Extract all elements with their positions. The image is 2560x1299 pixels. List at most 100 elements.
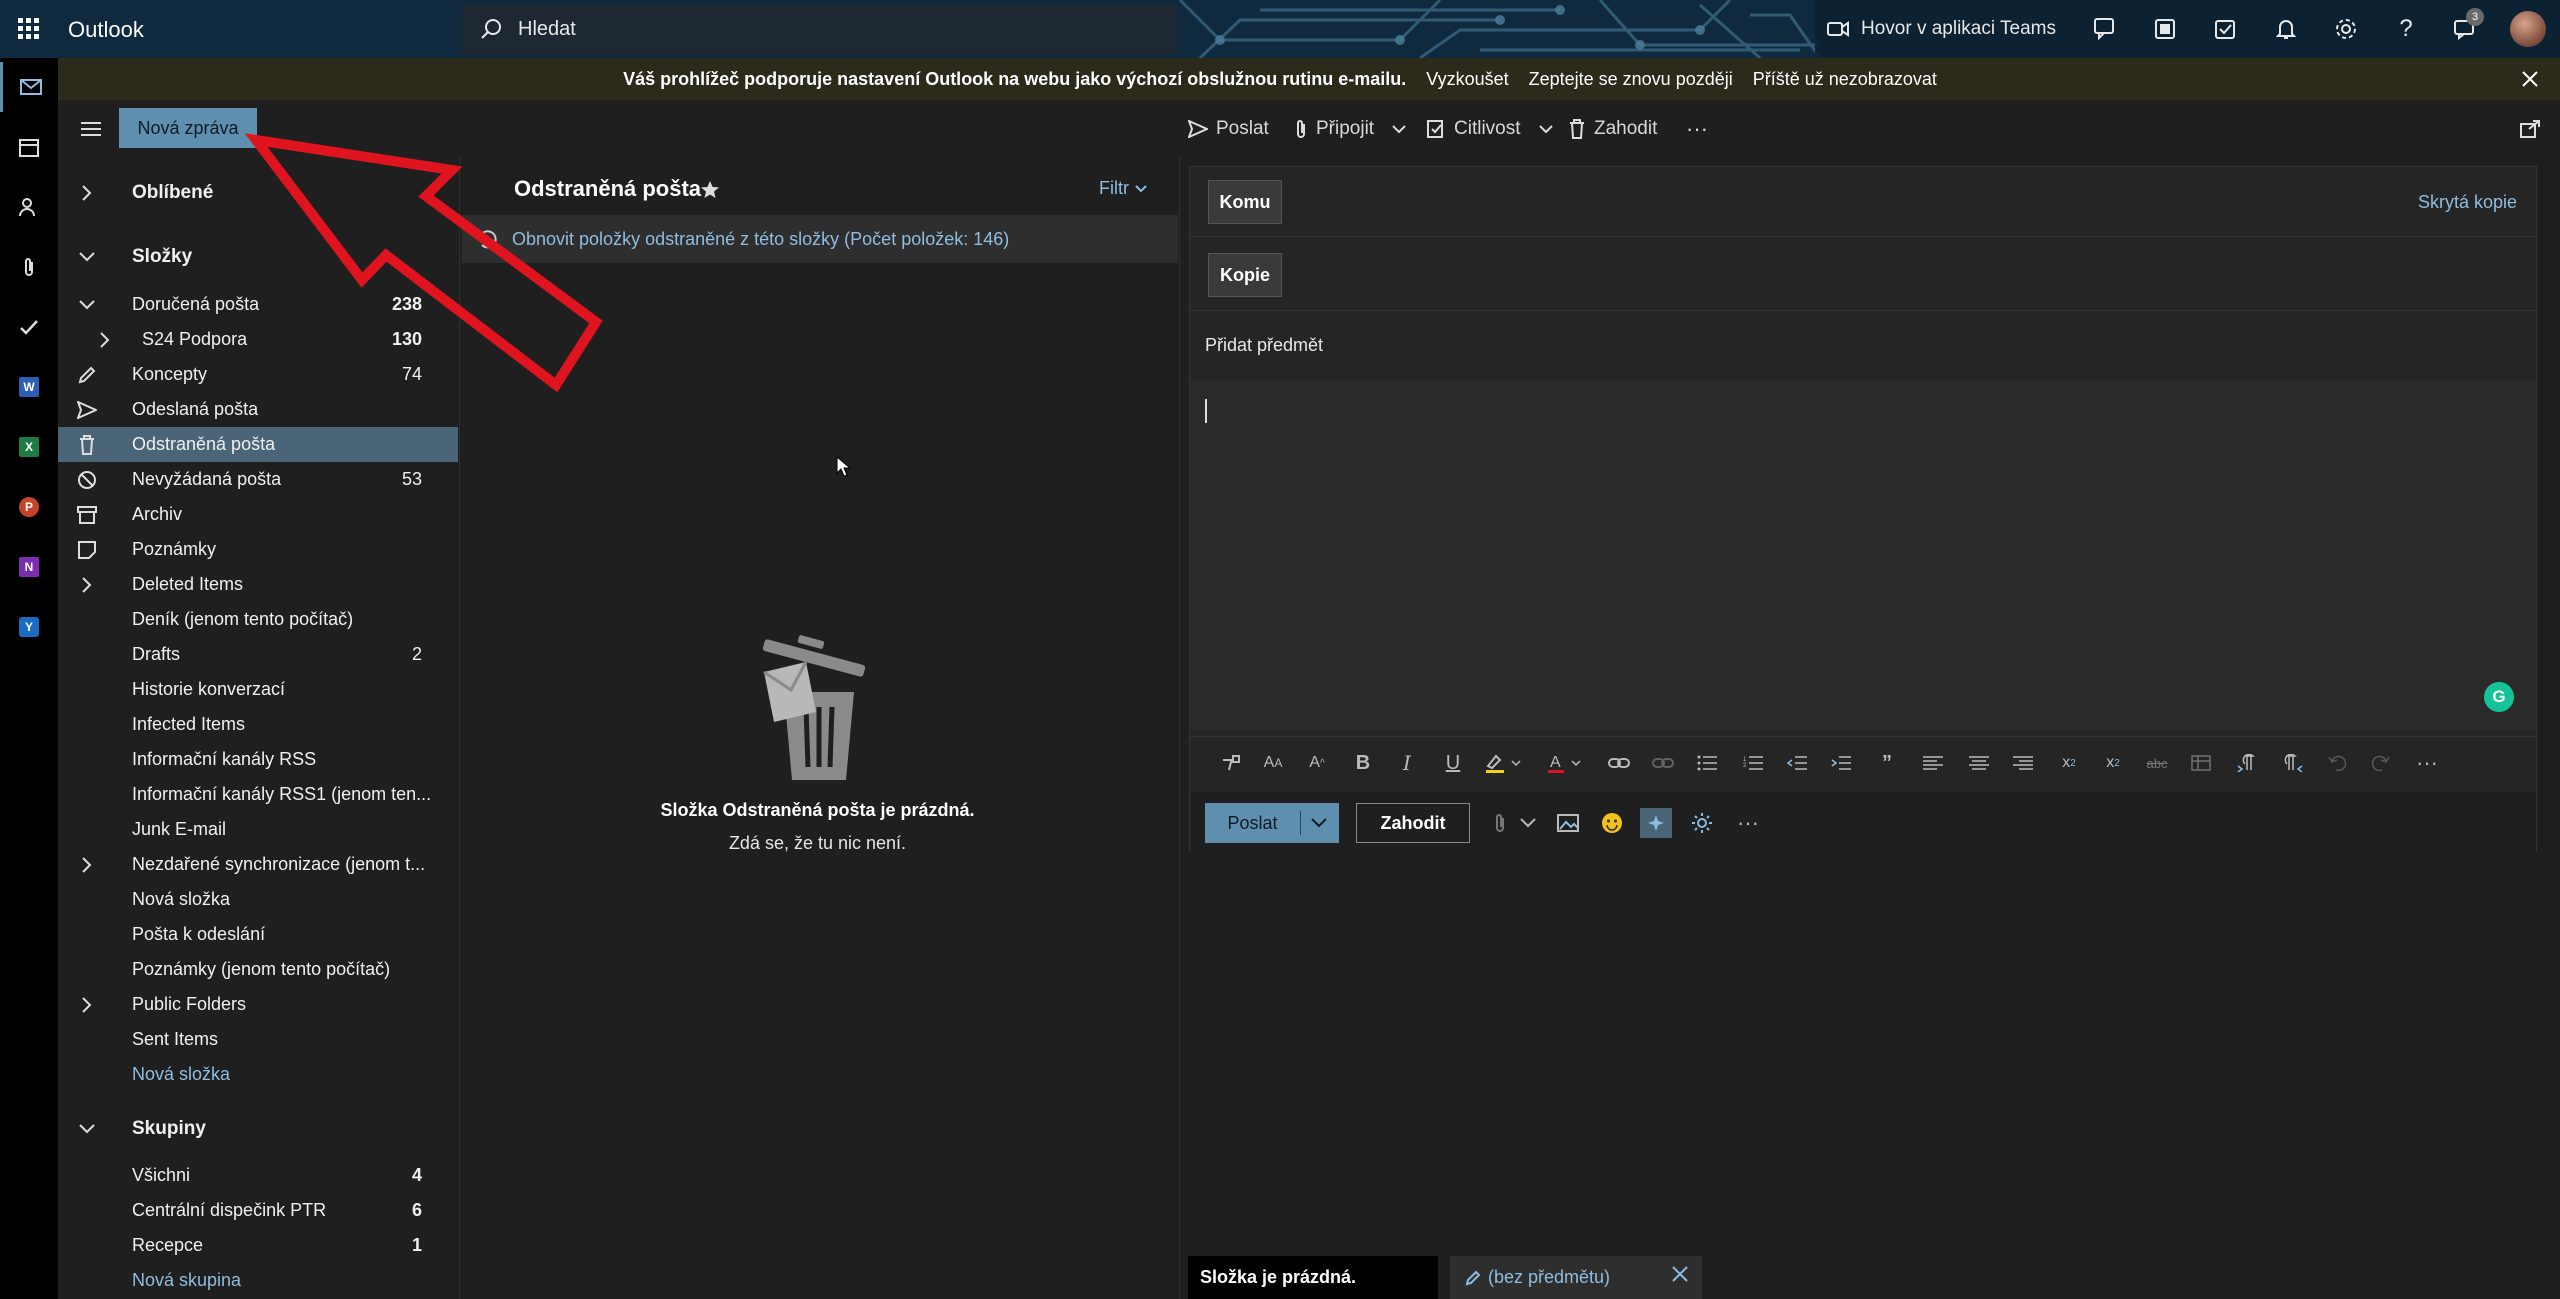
office-icon[interactable] — [2136, 0, 2196, 58]
folder-inbox[interactable]: Doručená pošta 238 — [58, 287, 458, 322]
unlink-icon[interactable] — [1648, 748, 1678, 778]
send-button[interactable]: Poslat — [1205, 803, 1339, 843]
toolbar-sensitivity-button[interactable]: Citlivost — [1426, 112, 1553, 146]
grammarly-assist-icon[interactable] — [1640, 808, 1672, 838]
to-button[interactable]: Komu — [1208, 180, 1282, 224]
folders-section[interactable]: Složky — [58, 239, 458, 274]
hamburger-menu-icon[interactable] — [74, 112, 108, 146]
onenote-icon[interactable]: N — [0, 542, 58, 592]
folder-drafts[interactable]: Koncepty 74 — [58, 357, 458, 392]
chevron-down-icon[interactable] — [1311, 818, 1327, 828]
grow-font-icon[interactable]: A ^ — [1302, 748, 1332, 778]
toolbar-attach-button[interactable]: Připojit — [1294, 112, 1406, 146]
cc-button[interactable]: Kopie — [1208, 253, 1282, 297]
filter-button[interactable]: Filtr — [1099, 178, 1147, 199]
font-size-icon[interactable]: AA — [1258, 748, 1288, 778]
font-color-icon[interactable]: A — [1544, 748, 1588, 778]
yammer-icon[interactable]: Y — [0, 602, 58, 652]
folder-deleted[interactable]: Odstraněná pošta — [58, 427, 458, 462]
notice-try-link[interactable]: Vyzkoušet — [1426, 69, 1508, 90]
folder-archive[interactable]: Archiv — [58, 497, 458, 532]
toolbar-discard-button[interactable]: Zahodit — [1568, 112, 1657, 146]
notice-dont-show-link[interactable]: Příště už nezobrazovat — [1753, 69, 1937, 90]
grammarly-icon[interactable]: G — [2484, 682, 2514, 712]
draft-tab[interactable]: (bez předmětu) — [1450, 1256, 1702, 1299]
sun-icon[interactable] — [1686, 808, 1718, 838]
bold-icon[interactable]: B — [1348, 748, 1378, 778]
quote-icon[interactable]: ” — [1872, 748, 1902, 778]
mail-icon[interactable] — [0, 62, 58, 112]
folder-infected-items[interactable]: Infected Items — [58, 707, 458, 742]
message-body-editor[interactable] — [1190, 380, 2536, 730]
more-options-icon[interactable]: ··· — [1686, 112, 1708, 146]
folder-deleted-items[interactable]: Deleted Items — [58, 567, 458, 602]
folder-sent-items[interactable]: Sent Items — [58, 1022, 458, 1057]
insert-picture-icon[interactable] — [1552, 808, 1584, 838]
redo-icon[interactable] — [2366, 748, 2396, 778]
feedback-icon[interactable]: 3 — [2436, 0, 2496, 58]
app-title[interactable]: Outlook — [68, 17, 144, 43]
emoji-icon[interactable] — [1596, 808, 1628, 838]
pop-out-icon[interactable] — [2520, 112, 2540, 146]
search-box[interactable]: Hledat — [462, 4, 1177, 54]
folder-new-folder[interactable]: Nová složka — [58, 882, 458, 917]
people-icon[interactable] — [0, 182, 58, 232]
app-launcher-icon[interactable] — [0, 0, 58, 58]
close-icon[interactable] — [2510, 58, 2550, 100]
bell-icon[interactable] — [2256, 0, 2316, 58]
format-painter-icon[interactable] — [1216, 748, 1246, 778]
folder-journal[interactable]: Deník (jenom tento počítač) — [58, 602, 458, 637]
group-all[interactable]: Všichni 4 — [58, 1158, 458, 1193]
paperclip-icon[interactable] — [0, 242, 58, 292]
strikethrough-icon[interactable]: abc — [2142, 748, 2172, 778]
subject-input[interactable]: Přidat předmět — [1205, 335, 1323, 356]
calendar-icon[interactable] — [0, 122, 58, 172]
gear-icon[interactable] — [2316, 0, 2376, 58]
numbering-icon[interactable]: 12 — [1738, 748, 1768, 778]
folder-outbox[interactable]: Pošta k odeslání — [58, 917, 458, 952]
folder-sync-issues[interactable]: Nezdařené synchronizace (jenom t... — [58, 847, 458, 882]
folder-sent[interactable]: Odeslaná pošta — [58, 392, 458, 427]
link-icon[interactable] — [1604, 748, 1634, 778]
decrease-indent-icon[interactable] — [1782, 748, 1812, 778]
chevron-down-icon[interactable] — [1512, 808, 1544, 838]
recover-items-link[interactable]: Obnovit položky odstraněné z této složky… — [462, 215, 1178, 263]
folder-rss1[interactable]: Informační kanály RSS1 (jenom ten... — [58, 777, 458, 812]
toolbar-send-button[interactable]: Poslat — [1188, 112, 1269, 146]
folder-notes-local[interactable]: Poznámky (jenom tento počítač) — [58, 952, 458, 987]
my-day-icon[interactable] — [2196, 0, 2256, 58]
group-dispatch[interactable]: Centrální dispečink PTR 6 — [58, 1193, 458, 1228]
folder-rss[interactable]: Informační kanály RSS — [58, 742, 458, 777]
bcc-link[interactable]: Skrytá kopie — [2418, 192, 2517, 213]
folder-conversation-history[interactable]: Historie konverzací — [58, 672, 458, 707]
star-icon[interactable] — [700, 180, 720, 200]
help-icon[interactable]: ? — [2376, 0, 2436, 58]
avatar[interactable] — [2510, 11, 2546, 47]
undo-icon[interactable] — [2322, 748, 2352, 778]
todo-icon[interactable] — [0, 302, 58, 352]
favorites-section[interactable]: Oblíbené — [58, 175, 458, 210]
increase-indent-icon[interactable] — [1826, 748, 1856, 778]
new-group-link[interactable]: Nová skupina — [58, 1263, 458, 1298]
folder-junk[interactable]: Nevyžádaná pošta 53 — [58, 462, 458, 497]
ltr-icon[interactable] — [2232, 748, 2262, 778]
folder-public-folders[interactable]: Public Folders — [58, 987, 458, 1022]
new-folder-link[interactable]: Nová složka — [58, 1057, 458, 1092]
underline-icon[interactable]: U — [1438, 748, 1468, 778]
table-icon[interactable] — [2186, 748, 2216, 778]
close-icon[interactable] — [1672, 1266, 1688, 1282]
new-message-button[interactable]: Nová zpráva — [119, 108, 257, 148]
chat-icon[interactable] — [2076, 0, 2136, 58]
subscript-icon[interactable]: x2 — [2098, 748, 2128, 778]
superscript-icon[interactable]: x2 — [2054, 748, 2084, 778]
rtl-icon[interactable] — [2278, 748, 2308, 778]
notice-ask-later-link[interactable]: Zeptejte se znovu později — [1529, 69, 1733, 90]
folder-s24-podpora[interactable]: S24 Podpora 130 — [58, 322, 458, 357]
more-formatting-icon[interactable]: ··· — [2412, 748, 2442, 778]
highlight-icon[interactable] — [1482, 748, 1526, 778]
more-options-icon[interactable]: ··· — [1732, 808, 1764, 838]
italic-icon[interactable]: I — [1392, 748, 1422, 778]
align-left-icon[interactable] — [1918, 748, 1948, 778]
align-right-icon[interactable] — [2008, 748, 2038, 778]
folder-junk-email[interactable]: Junk E-mail — [58, 812, 458, 847]
